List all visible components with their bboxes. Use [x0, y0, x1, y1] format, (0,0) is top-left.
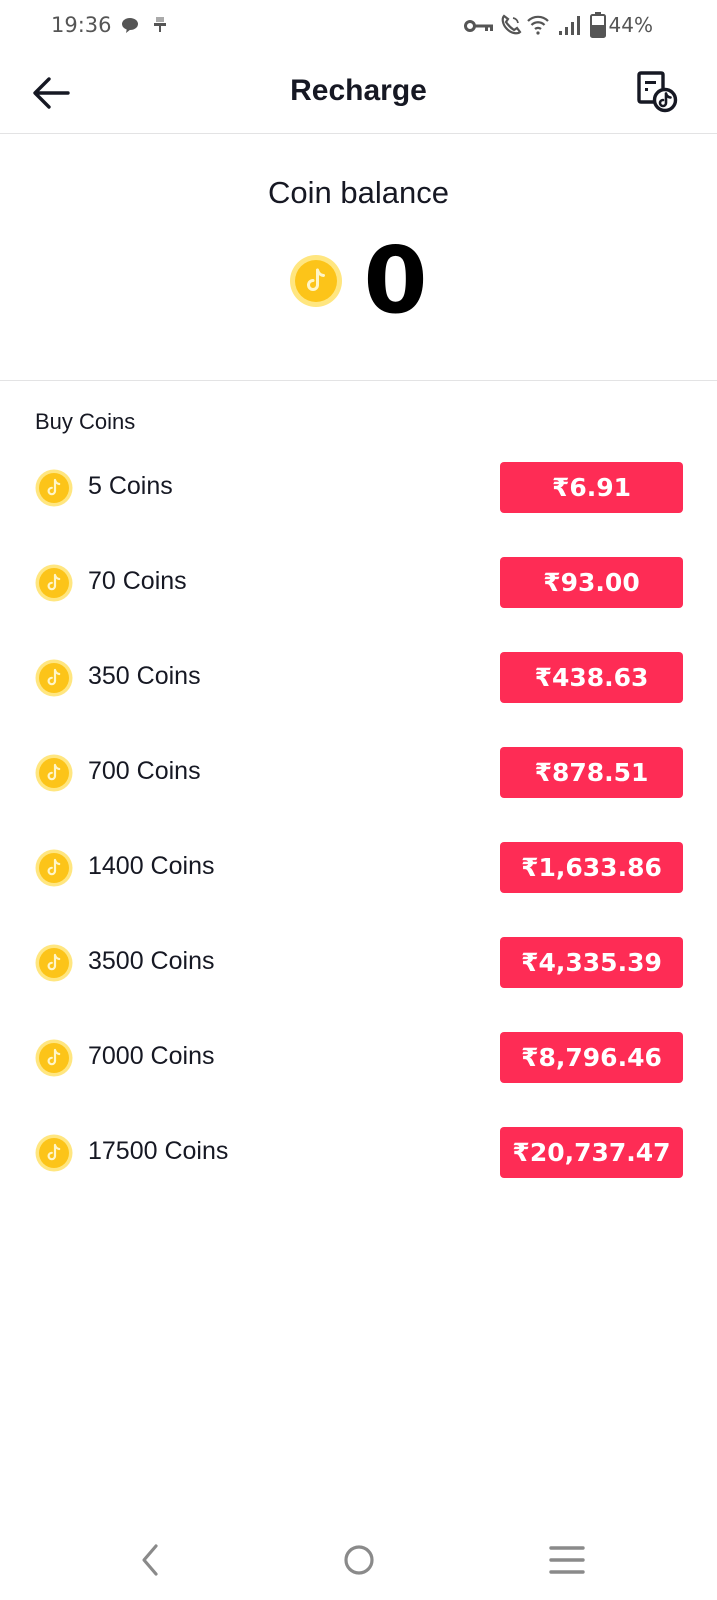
- price-button[interactable]: ₹8,796.46: [500, 1032, 683, 1083]
- chat-bubble-icon: [122, 18, 138, 33]
- coin-balance-label: Coin balance: [268, 175, 449, 210]
- coin-package-row: 350 Coins ₹438.63: [0, 652, 717, 747]
- price-button[interactable]: ₹6.91: [500, 462, 683, 513]
- vpn-key-icon: [464, 20, 493, 32]
- nav-back-icon: [142, 1544, 158, 1576]
- nav-home-button[interactable]: [335, 1536, 383, 1584]
- coin-balance-value: 0: [363, 227, 428, 334]
- coin-icon: [35, 564, 73, 602]
- wifi-calling-icon: [501, 14, 522, 35]
- coin-icon: [290, 255, 343, 307]
- nav-home-icon: [344, 1545, 374, 1575]
- battery-icon: [590, 12, 606, 38]
- page-title: Recharge: [290, 74, 427, 107]
- coin-package-row: 17500 Coins ₹20,737.47: [0, 1127, 717, 1222]
- price-button[interactable]: ₹93.00: [500, 557, 683, 608]
- coin-package-amount: 3500 Coins: [88, 947, 215, 975]
- coin-package-amount: 5 Coins: [88, 472, 173, 500]
- header: Recharge: [0, 52, 717, 134]
- battery-percent: 44%: [608, 13, 653, 37]
- coin-package-amount: 70 Coins: [88, 567, 187, 595]
- coin-package-amount: 350 Coins: [88, 662, 201, 690]
- transaction-history-button[interactable]: [635, 70, 679, 114]
- coin-icon: [35, 1039, 73, 1077]
- buy-coins-label: Buy Coins: [35, 409, 136, 434]
- coin-icon: [35, 944, 73, 982]
- coin-icon: [35, 469, 73, 507]
- coin-package-list: 5 Coins ₹6.91 70 Coins ₹93.00 350 Coins …: [0, 462, 717, 1222]
- nav-recents-icon: [549, 1546, 585, 1574]
- coin-icon: [35, 849, 73, 887]
- coin-balance-section: Coin balance 0: [0, 135, 717, 381]
- coin-package-amount: 700 Coins: [88, 757, 201, 785]
- coin-package-row: 3500 Coins ₹4,335.39: [0, 937, 717, 1032]
- coin-balance-row: 0: [0, 235, 717, 327]
- price-button[interactable]: ₹1,633.86: [500, 842, 683, 893]
- coin-package-row: 70 Coins ₹93.00: [0, 557, 717, 652]
- status-bar: 19:36 44%: [0, 0, 717, 52]
- coin-package-row: 7000 Coins ₹8,796.46: [0, 1032, 717, 1127]
- wifi-icon: [527, 15, 549, 35]
- status-time: 19:36: [51, 13, 112, 37]
- transaction-history-icon: [637, 71, 678, 113]
- coin-package-row: 5 Coins ₹6.91: [0, 462, 717, 557]
- usb-debug-icon: [154, 17, 166, 32]
- price-button[interactable]: ₹4,335.39: [500, 937, 683, 988]
- coin-icon: [35, 659, 73, 697]
- price-button[interactable]: ₹438.63: [500, 652, 683, 703]
- system-nav-bar: [0, 1520, 717, 1600]
- nav-recents-button[interactable]: [543, 1536, 591, 1584]
- coin-package-row: 700 Coins ₹878.51: [0, 747, 717, 842]
- coin-package-amount: 1400 Coins: [88, 852, 215, 880]
- price-button[interactable]: ₹878.51: [500, 747, 683, 798]
- coin-package-amount: 17500 Coins: [88, 1137, 229, 1165]
- coin-package-amount: 7000 Coins: [88, 1042, 215, 1070]
- nav-back-button[interactable]: [126, 1536, 174, 1584]
- coin-package-row: 1400 Coins ₹1,633.86: [0, 842, 717, 937]
- price-button[interactable]: ₹20,737.47: [500, 1127, 683, 1178]
- coin-icon: [35, 754, 73, 792]
- signal-icon: [559, 16, 580, 35]
- coin-icon: [35, 1134, 73, 1172]
